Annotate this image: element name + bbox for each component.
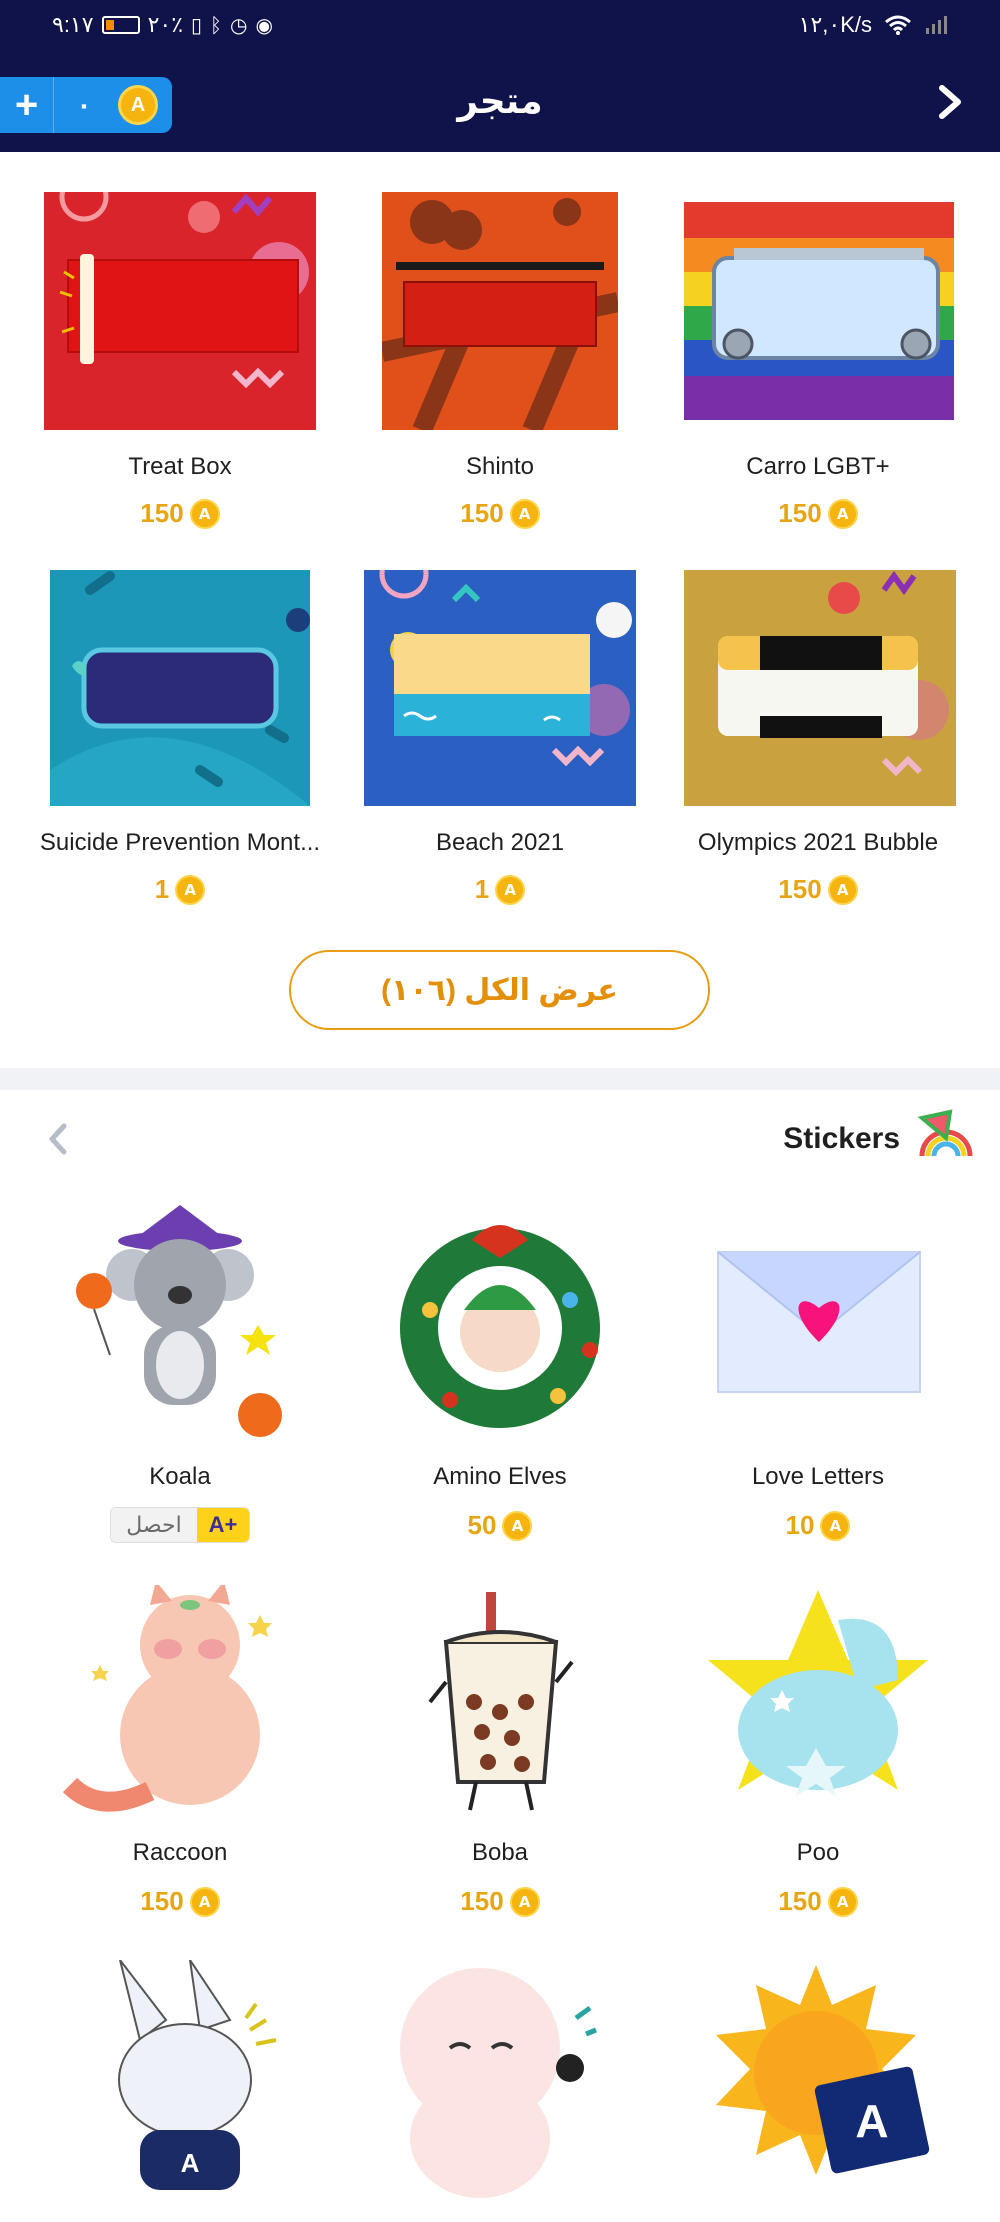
- amino-coin-icon: A: [827, 874, 858, 905]
- eye-icon: ◉: [255, 13, 273, 37]
- price-value: 150: [778, 874, 822, 904]
- sticker-name: Boba: [471, 1839, 529, 1866]
- price-value: 150: [140, 1886, 184, 1916]
- bunny-sticker-image: A: [118, 1960, 277, 2190]
- price-value: 150: [778, 498, 822, 528]
- amino-coin-icon: A: [827, 498, 858, 529]
- frame-name: Carro LGBT+: [746, 453, 890, 480]
- sticker-price: 150 A: [350, 1886, 650, 1917]
- amino-coin-icon: A: [827, 1886, 858, 1917]
- sticker-card[interactable]: A: [30, 1960, 330, 2200]
- frame-name: Treat Box: [128, 453, 232, 480]
- sticker-card[interactable]: [350, 1210, 650, 1445]
- battery-icon: [101, 16, 140, 34]
- love-letters-sticker-image: [717, 1251, 921, 1393]
- network-speed: ١٢,٠K/s: [798, 12, 872, 37]
- bluetooth-icon: ᛒ: [210, 13, 223, 37]
- sticker-name: Poo: [796, 1839, 840, 1866]
- price-value: 150: [460, 1886, 504, 1916]
- aplus-icon: A+: [197, 1508, 249, 1542]
- sticker-name: Amino Elves: [433, 1463, 567, 1490]
- frame-price: 1 A: [350, 874, 650, 905]
- sticker-price: 10 A: [668, 1510, 968, 1541]
- status-left: ٩:١٧ ٢٠٪ ▯ ᛒ ◷ ◉: [52, 12, 273, 38]
- amino-coin-icon: A: [820, 1510, 851, 1541]
- amino-coin-icon: A: [189, 1886, 220, 1917]
- view-all-button[interactable]: عرض الكل (١٠٦): [289, 950, 710, 1030]
- amino-coin-icon: A: [495, 874, 526, 905]
- section-divider: [0, 1068, 1000, 1090]
- sticker-price: 150 A: [30, 1886, 330, 1917]
- sticker-name: Koala: [149, 1463, 211, 1490]
- price-value: 150: [460, 498, 504, 528]
- frame-name: Shinto: [465, 453, 535, 480]
- shinto-image: [382, 192, 618, 430]
- sticker-name: Raccoon: [132, 1839, 228, 1866]
- boba-sticker-image: [428, 1592, 574, 1811]
- get-label: احصل: [111, 1508, 197, 1542]
- frame-price: 150 A: [668, 874, 968, 905]
- price-value: 150: [778, 1886, 822, 1916]
- price-value: 10: [785, 1510, 815, 1540]
- suicide-prevention-image: [50, 570, 310, 806]
- price-value: 1: [154, 874, 170, 904]
- sticker-card[interactable]: A: [668, 1965, 968, 2200]
- poo-sticker-image: [708, 1590, 928, 1796]
- page-title: متجر: [457, 80, 543, 121]
- sticker-card[interactable]: [668, 1250, 968, 1400]
- sticker-card[interactable]: [350, 1592, 650, 1817]
- status-bar: ٩:١٧ ٢٠٪ ▯ ᛒ ◷ ◉ ١٢,٠K/s: [0, 0, 1000, 50]
- alarm-icon: ◷: [230, 13, 248, 37]
- carro-lgbt-image: [684, 202, 954, 420]
- sticker-card[interactable]: [30, 1205, 330, 1445]
- battery-percent: ٢٠٪: [147, 12, 184, 37]
- frame-name: Olympics 2021 Bubble: [697, 829, 939, 856]
- treat-box-image: [44, 192, 316, 430]
- svg-text:A: A: [855, 2095, 888, 2147]
- sticker-name: Love Letters: [751, 1463, 885, 1490]
- aplus-get-badge[interactable]: احصل A+: [110, 1507, 250, 1543]
- sticker-card[interactable]: [668, 1590, 968, 1815]
- amino-elves-sticker-image: [400, 1225, 600, 1428]
- koala-sticker-image: [76, 1205, 282, 1437]
- price-value: 150: [140, 498, 184, 528]
- svg-text:A: A: [181, 2148, 200, 2178]
- status-right: ١٢,٠K/s: [799, 12, 948, 38]
- rainbow-watermelon-icon: [917, 1109, 973, 1157]
- signal-icon: [926, 16, 947, 34]
- sticker-card[interactable]: [350, 1958, 650, 2200]
- beach-2021-image: [364, 570, 636, 806]
- sticker-card[interactable]: [30, 1585, 330, 1820]
- olympics-2021-image: [684, 570, 956, 806]
- amino-coin-icon: A: [189, 498, 220, 529]
- chevron-right-icon[interactable]: [930, 82, 970, 122]
- frame-price: 150 A: [30, 498, 330, 529]
- wifi-icon: [885, 15, 911, 35]
- frame-name: Beach 2021: [435, 829, 565, 856]
- status-time: ٩:١٧: [52, 12, 94, 37]
- amino-coin-icon: A: [175, 874, 206, 905]
- price-value: 50: [467, 1510, 497, 1540]
- frame-price: 150 A: [668, 498, 968, 529]
- alpaca-sticker-image: [400, 1968, 597, 2198]
- chevron-left-icon[interactable]: [42, 1122, 76, 1156]
- amino-coin-icon: A: [502, 1510, 533, 1541]
- frame-price: 150 A: [350, 498, 650, 529]
- price-value: 1: [474, 874, 490, 904]
- app-bar: + ٠ A متجر: [0, 50, 1000, 152]
- vibrate-icon: ▯: [191, 13, 203, 37]
- frame-name: Suicide Prevention Mont...: [39, 829, 321, 856]
- sticker-price: 150 A: [668, 1886, 968, 1917]
- amino-coin-icon: A: [509, 498, 540, 529]
- raccoon-sticker-image: [62, 1585, 272, 1812]
- amino-coin-icon: A: [509, 1886, 540, 1917]
- sticker-price: 50 A: [350, 1510, 650, 1541]
- sun-sticker-image: A: [716, 1965, 930, 2175]
- frame-price: 1 A: [30, 874, 330, 905]
- section-title: Stickers: [783, 1122, 900, 1155]
